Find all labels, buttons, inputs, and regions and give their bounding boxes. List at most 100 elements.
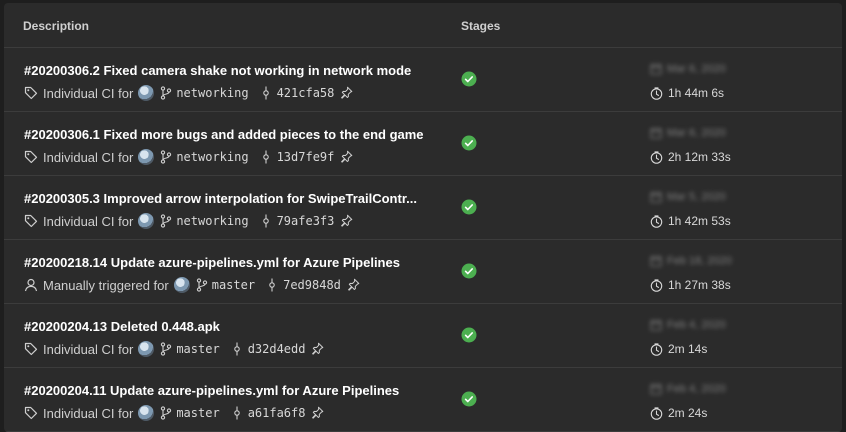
table-header: Description Stages <box>4 3 842 48</box>
branch-name[interactable]: master <box>212 278 255 292</box>
success-icon[interactable] <box>461 327 477 343</box>
run-title[interactable]: #20200218.14 Update azure-pipelines.yml … <box>24 255 400 270</box>
calendar-icon <box>650 127 662 139</box>
clock-icon <box>650 278 663 292</box>
date-text: Mar 6, 2020 <box>667 63 726 75</box>
pipeline-runs-panel: Description Stages #20200306.2 Fixed cam… <box>4 3 842 432</box>
commit-hash[interactable]: d32d4edd <box>248 342 306 356</box>
branch-icon <box>160 214 172 228</box>
run-meta: Individual CI for networking 13d7fe9f <box>24 149 358 165</box>
clock-icon <box>650 150 663 164</box>
success-icon[interactable] <box>461 199 477 215</box>
success-icon[interactable] <box>461 135 477 151</box>
branch-name[interactable]: networking <box>176 214 248 228</box>
run-title[interactable]: #20200204.13 Deleted 0.448.apk <box>24 319 220 334</box>
trigger-text: Manually triggered for <box>43 277 169 293</box>
branch-icon <box>160 150 172 164</box>
commit-icon <box>267 278 277 292</box>
branch-name[interactable]: master <box>176 342 219 356</box>
commit-icon <box>232 342 242 356</box>
column-header-description[interactable]: Description <box>23 19 89 33</box>
commit-hash[interactable]: 13d7fe9f <box>277 150 335 164</box>
run-duration: 2m 24s <box>650 406 707 420</box>
commit-icon <box>232 406 242 420</box>
avatar <box>138 341 155 357</box>
branch-name[interactable]: master <box>176 406 219 420</box>
tag-icon <box>24 406 38 420</box>
pin-icon[interactable] <box>340 86 353 100</box>
tag-icon <box>24 342 38 356</box>
trigger-text: Individual CI for <box>43 213 134 229</box>
date-text: Mar 6, 2020 <box>667 127 726 139</box>
commit-hash[interactable]: 79afe3f3 <box>277 214 335 228</box>
date-text: Mar 5, 2020 <box>667 191 726 203</box>
calendar-icon <box>650 191 662 203</box>
pin-icon[interactable] <box>311 406 324 420</box>
clock-icon <box>650 214 663 228</box>
commit-icon <box>261 214 271 228</box>
branch-name[interactable]: networking <box>176 86 248 100</box>
commit-icon <box>261 150 271 164</box>
avatar <box>138 85 155 101</box>
tag-icon <box>24 150 38 164</box>
run-date: Feb 4, 2020 <box>650 319 726 331</box>
duration-text: 1h 44m 6s <box>668 86 725 100</box>
branch-name[interactable]: networking <box>176 150 248 164</box>
run-duration: 2m 14s <box>650 342 707 356</box>
run-date: Feb 4, 2020 <box>650 383 726 395</box>
run-date: Mar 6, 2020 <box>650 63 726 75</box>
success-icon[interactable] <box>461 71 477 87</box>
table-row[interactable]: #20200218.14 Update azure-pipelines.yml … <box>4 240 842 304</box>
run-meta: Individual CI for master d32d4edd <box>24 341 329 357</box>
trigger-text: Individual CI for <box>43 341 134 357</box>
pin-icon[interactable] <box>340 214 353 228</box>
tag-icon <box>24 214 38 228</box>
table-row[interactable]: #20200306.2 Fixed camera shake not worki… <box>4 48 842 112</box>
table-row[interactable]: #20200306.1 Fixed more bugs and added pi… <box>4 112 842 176</box>
run-title[interactable]: #20200306.2 Fixed camera shake not worki… <box>24 63 411 78</box>
table-row[interactable]: #20200204.13 Deleted 0.448.apk Individua… <box>4 304 842 368</box>
run-duration: 2h 12m 33s <box>650 150 731 164</box>
run-meta: Individual CI for networking 79afe3f3 <box>24 213 358 229</box>
clock-icon <box>650 342 663 356</box>
calendar-icon <box>650 63 662 75</box>
run-date: Feb 18, 2020 <box>650 255 732 267</box>
run-title[interactable]: #20200305.3 Improved arrow interpolation… <box>24 191 417 206</box>
run-title[interactable]: #20200204.11 Update azure-pipelines.yml … <box>24 383 399 398</box>
pin-icon[interactable] <box>347 278 360 292</box>
trigger-text: Individual CI for <box>43 149 134 165</box>
run-duration: 1h 44m 6s <box>650 86 724 100</box>
date-text: Feb 4, 2020 <box>667 319 726 331</box>
branch-icon <box>160 86 172 100</box>
calendar-icon <box>650 383 662 395</box>
commit-hash[interactable]: 421cfa58 <box>277 86 335 100</box>
commit-hash[interactable]: 7ed9848d <box>283 278 341 292</box>
duration-text: 1h 42m 53s <box>668 214 731 228</box>
column-header-stages[interactable]: Stages <box>461 19 500 33</box>
avatar <box>173 277 190 293</box>
branch-icon <box>160 406 172 420</box>
success-icon[interactable] <box>461 391 477 407</box>
commit-icon <box>261 86 271 100</box>
avatar <box>138 405 155 421</box>
run-duration: 1h 27m 38s <box>650 278 731 292</box>
calendar-icon <box>650 319 662 331</box>
pin-icon[interactable] <box>311 342 324 356</box>
clock-icon <box>650 86 663 100</box>
commit-hash[interactable]: a61fa6f8 <box>248 406 306 420</box>
table-row[interactable]: #20200204.11 Update azure-pipelines.yml … <box>4 368 842 432</box>
run-meta: Individual CI for networking 421cfa58 <box>24 85 358 101</box>
table-row[interactable]: #20200305.3 Improved arrow interpolation… <box>4 176 842 240</box>
pin-icon[interactable] <box>340 150 353 164</box>
clock-icon <box>650 406 663 420</box>
run-date: Mar 6, 2020 <box>650 127 726 139</box>
run-meta: Individual CI for master a61fa6f8 <box>24 405 329 421</box>
trigger-text: Individual CI for <box>43 405 134 421</box>
avatar <box>138 213 155 229</box>
run-title[interactable]: #20200306.1 Fixed more bugs and added pi… <box>24 127 424 142</box>
duration-text: 2h 12m 33s <box>668 150 731 164</box>
run-meta: Manually triggered for master 7ed9848d <box>24 277 365 293</box>
duration-text: 1h 27m 38s <box>668 278 731 292</box>
avatar <box>138 149 155 165</box>
success-icon[interactable] <box>461 263 477 279</box>
